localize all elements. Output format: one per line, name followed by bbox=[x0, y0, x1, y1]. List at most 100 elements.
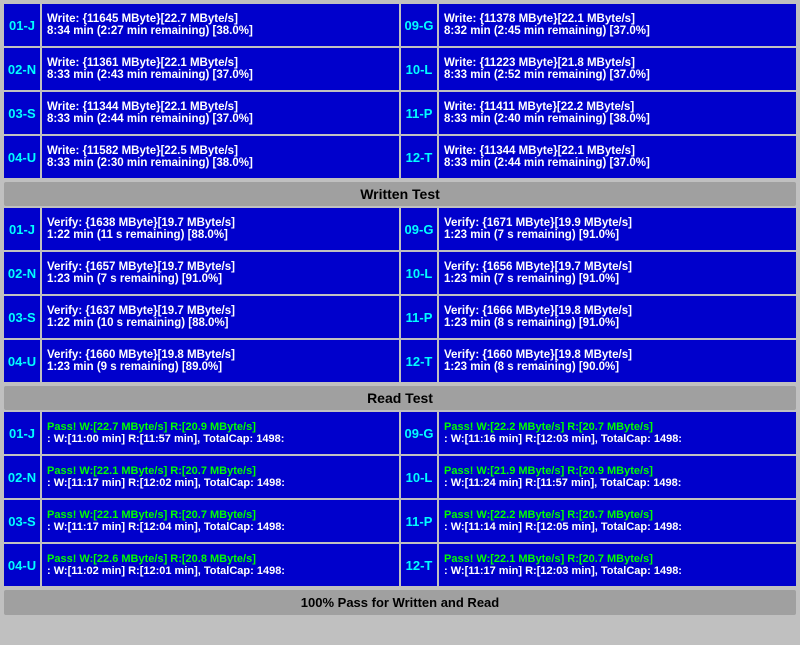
cell-line1-right-3: Verify: {1660 MByte}[19.8 MByte/s] bbox=[444, 349, 791, 361]
data-row-1: 02-NVerify: {1657 MByte}[19.7 MByte/s]1:… bbox=[4, 252, 796, 294]
cell-data-right-2: Pass! W:[22.2 MByte/s] R:[20.7 MByte/s]:… bbox=[439, 500, 796, 542]
cell-id-right-1: 10-L bbox=[401, 252, 437, 294]
verify-rows: 01-JVerify: {1638 MByte}[19.7 MByte/s]1:… bbox=[4, 208, 796, 382]
cell-line2-right-1: : W:[11:24 min] R:[11:57 min], TotalCap:… bbox=[444, 477, 791, 489]
data-row-1: 02-NWrite: {11361 MByte}[22.1 MByte/s]8:… bbox=[4, 48, 796, 90]
cell-line1-left-2: Verify: {1637 MByte}[19.7 MByte/s] bbox=[47, 305, 394, 317]
footer-bar: 100% Pass for Written and Read bbox=[4, 590, 796, 615]
data-row-2: 03-SWrite: {11344 MByte}[22.1 MByte/s]8:… bbox=[4, 92, 796, 134]
data-row-3: 04-UPass! W:[22.6 MByte/s] R:[20.8 MByte… bbox=[4, 544, 796, 586]
data-row-2: 03-SPass! W:[22.1 MByte/s] R:[20.7 MByte… bbox=[4, 500, 796, 542]
cell-id-right-2: 11-P bbox=[401, 296, 437, 338]
cell-line2-left-1: 1:23 min (7 s remaining) [91.0%] bbox=[47, 273, 394, 285]
cell-line1-left-2: Write: {11344 MByte}[22.1 MByte/s] bbox=[47, 101, 394, 113]
cell-line2-left-2: 1:22 min (10 s remaining) [88.0%] bbox=[47, 317, 394, 329]
cell-id-right-1: 10-L bbox=[401, 48, 437, 90]
cell-id-right-3: 12-T bbox=[401, 340, 437, 382]
cell-line1-left-0: Verify: {1638 MByte}[19.7 MByte/s] bbox=[47, 217, 394, 229]
cell-id-right-1: 10-L bbox=[401, 456, 437, 498]
cell-data-right-1: Verify: {1656 MByte}[19.7 MByte/s]1:23 m… bbox=[439, 252, 796, 294]
written-test-header: Written Test bbox=[4, 182, 796, 206]
cell-id-right-2: 11-P bbox=[401, 500, 437, 542]
cell-line2-left-2: 8:33 min (2:44 min remaining) [37.0%] bbox=[47, 113, 394, 125]
cell-id-right-2: 11-P bbox=[401, 92, 437, 134]
cell-line2-left-0: 1:22 min (11 s remaining) [88.0%] bbox=[47, 229, 394, 241]
cell-line1-right-1: Verify: {1656 MByte}[19.7 MByte/s] bbox=[444, 261, 791, 273]
main-container: 01-JWrite: {11645 MByte}[22.7 MByte/s]8:… bbox=[0, 0, 800, 619]
cell-line2-right-3: 8:33 min (2:44 min remaining) [37.0%] bbox=[444, 157, 791, 169]
cell-data-right-0: Pass! W:[22.2 MByte/s] R:[20.7 MByte/s]:… bbox=[439, 412, 796, 454]
verify-section: 01-JVerify: {1638 MByte}[19.7 MByte/s]1:… bbox=[4, 208, 796, 382]
cell-id-left-3: 04-U bbox=[4, 544, 40, 586]
cell-line1-left-3: Verify: {1660 MByte}[19.8 MByte/s] bbox=[47, 349, 394, 361]
cell-data-right-1: Pass! W:[21.9 MByte/s] R:[20.9 MByte/s]:… bbox=[439, 456, 796, 498]
cell-data-left-1: Pass! W:[22.1 MByte/s] R:[20.7 MByte/s]:… bbox=[42, 456, 399, 498]
cell-data-left-0: Verify: {1638 MByte}[19.7 MByte/s]1:22 m… bbox=[42, 208, 399, 250]
cell-line1-right-2: Write: {11411 MByte}[22.2 MByte/s] bbox=[444, 101, 791, 113]
cell-line1-left-0: Pass! W:[22.7 MByte/s] R:[20.9 MByte/s] bbox=[47, 421, 394, 433]
data-row-2: 03-SVerify: {1637 MByte}[19.7 MByte/s]1:… bbox=[4, 296, 796, 338]
cell-data-left-1: Write: {11361 MByte}[22.1 MByte/s]8:33 m… bbox=[42, 48, 399, 90]
data-row-1: 02-NPass! W:[22.1 MByte/s] R:[20.7 MByte… bbox=[4, 456, 796, 498]
cell-data-left-3: Write: {11582 MByte}[22.5 MByte/s]8:33 m… bbox=[42, 136, 399, 178]
cell-data-right-3: Verify: {1660 MByte}[19.8 MByte/s]1:23 m… bbox=[439, 340, 796, 382]
cell-line1-left-0: Write: {11645 MByte}[22.7 MByte/s] bbox=[47, 13, 394, 25]
cell-id-left-1: 02-N bbox=[4, 48, 40, 90]
cell-line1-right-0: Write: {11378 MByte}[22.1 MByte/s] bbox=[444, 13, 791, 25]
read-test-header: Read Test bbox=[4, 386, 796, 410]
cell-data-right-3: Pass! W:[22.1 MByte/s] R:[20.7 MByte/s]:… bbox=[439, 544, 796, 586]
write-section: 01-JWrite: {11645 MByte}[22.7 MByte/s]8:… bbox=[4, 4, 796, 178]
cell-line2-right-1: 8:33 min (2:52 min remaining) [37.0%] bbox=[444, 69, 791, 81]
cell-line2-left-3: 1:23 min (9 s remaining) [89.0%] bbox=[47, 361, 394, 373]
cell-id-left-3: 04-U bbox=[4, 136, 40, 178]
cell-line2-left-3: 8:33 min (2:30 min remaining) [38.0%] bbox=[47, 157, 394, 169]
cell-line2-right-2: 1:23 min (8 s remaining) [91.0%] bbox=[444, 317, 791, 329]
cell-id-left-0: 01-J bbox=[4, 4, 40, 46]
cell-line2-right-3: 1:23 min (8 s remaining) [90.0%] bbox=[444, 361, 791, 373]
data-row-0: 01-JWrite: {11645 MByte}[22.7 MByte/s]8:… bbox=[4, 4, 796, 46]
cell-line1-right-1: Write: {11223 MByte}[21.8 MByte/s] bbox=[444, 57, 791, 69]
cell-id-right-0: 09-G bbox=[401, 208, 437, 250]
data-row-0: 01-J Pass! W:[22.7 MByte/s] R:[20.9 MByte… bbox=[4, 412, 796, 454]
cell-line2-left-2: : W:[11:17 min] R:[12:04 min], TotalCap:… bbox=[47, 521, 394, 533]
cell-line1-left-1: Pass! W:[22.1 MByte/s] R:[20.7 MByte/s] bbox=[47, 465, 394, 477]
cell-line2-left-0: : W:[11:00 min] R:[11:57 min], TotalCap:… bbox=[47, 433, 394, 445]
cell-line1-left-2: Pass! W:[22.1 MByte/s] R:[20.7 MByte/s] bbox=[47, 509, 394, 521]
cell-line1-left-3: Pass! W:[22.6 MByte/s] R:[20.8 MByte/s] bbox=[47, 553, 394, 565]
cell-line1-right-0: Verify: {1671 MByte}[19.9 MByte/s] bbox=[444, 217, 791, 229]
cell-id-left-0: 01-J bbox=[4, 412, 40, 454]
cell-id-right-0: 09-G bbox=[401, 4, 437, 46]
cell-id-left-1: 02-N bbox=[4, 456, 40, 498]
data-row-3: 04-UWrite: {11582 MByte}[22.5 MByte/s]8:… bbox=[4, 136, 796, 178]
cell-data-left-2: Pass! W:[22.1 MByte/s] R:[20.7 MByte/s]:… bbox=[42, 500, 399, 542]
cell-line1-right-2: Verify: {1666 MByte}[19.8 MByte/s] bbox=[444, 305, 791, 317]
cell-id-right-3: 12-T bbox=[401, 544, 437, 586]
cell-line2-right-2: : W:[11:14 min] R:[12:05 min], TotalCap:… bbox=[444, 521, 791, 533]
cell-line2-right-1: 1:23 min (7 s remaining) [91.0%] bbox=[444, 273, 791, 285]
data-row-3: 04-UVerify: {1660 MByte}[19.8 MByte/s]1:… bbox=[4, 340, 796, 382]
cell-line2-right-2: 8:33 min (2:40 min remaining) [38.0%] bbox=[444, 113, 791, 125]
cell-id-left-0: 01-J bbox=[4, 208, 40, 250]
footer-text: 100% Pass for Written and Read bbox=[301, 595, 499, 610]
cell-line1-right-0: Pass! W:[22.2 MByte/s] R:[20.7 MByte/s] bbox=[444, 421, 791, 433]
read-rows: 01-J Pass! W:[22.7 MByte/s] R:[20.9 MByte… bbox=[4, 412, 796, 586]
cell-line2-right-0: : W:[11:16 min] R:[12:03 min], TotalCap:… bbox=[444, 433, 791, 445]
cell-line2-right-3: : W:[11:17 min] R:[12:03 min], TotalCap:… bbox=[444, 565, 791, 577]
cell-line2-right-0: 8:32 min (2:45 min remaining) [37.0%] bbox=[444, 25, 791, 37]
cell-data-right-0: Write: {11378 MByte}[22.1 MByte/s]8:32 m… bbox=[439, 4, 796, 46]
cell-data-right-3: Write: {11344 MByte}[22.1 MByte/s]8:33 m… bbox=[439, 136, 796, 178]
cell-data-left-2: Verify: {1637 MByte}[19.7 MByte/s]1:22 m… bbox=[42, 296, 399, 338]
cell-data-right-2: Verify: {1666 MByte}[19.8 MByte/s]1:23 m… bbox=[439, 296, 796, 338]
cell-id-left-3: 04-U bbox=[4, 340, 40, 382]
cell-line1-right-3: Pass! W:[22.1 MByte/s] R:[20.7 MByte/s] bbox=[444, 553, 791, 565]
cell-line1-right-3: Write: {11344 MByte}[22.1 MByte/s] bbox=[444, 145, 791, 157]
cell-line2-left-1: 8:33 min (2:43 min remaining) [37.0%] bbox=[47, 69, 394, 81]
cell-data-left-3: Pass! W:[22.6 MByte/s] R:[20.8 MByte/s]:… bbox=[42, 544, 399, 586]
cell-data-left-2: Write: {11344 MByte}[22.1 MByte/s]8:33 m… bbox=[42, 92, 399, 134]
cell-line2-left-0: 8:34 min (2:27 min remaining) [38.0%] bbox=[47, 25, 394, 37]
cell-line1-left-1: Verify: {1657 MByte}[19.7 MByte/s] bbox=[47, 261, 394, 273]
cell-data-right-1: Write: {11223 MByte}[21.8 MByte/s]8:33 m… bbox=[439, 48, 796, 90]
cell-id-left-2: 03-S bbox=[4, 296, 40, 338]
cell-id-left-2: 03-S bbox=[4, 92, 40, 134]
read-section: 01-J Pass! W:[22.7 MByte/s] R:[20.9 MByte… bbox=[4, 412, 796, 586]
